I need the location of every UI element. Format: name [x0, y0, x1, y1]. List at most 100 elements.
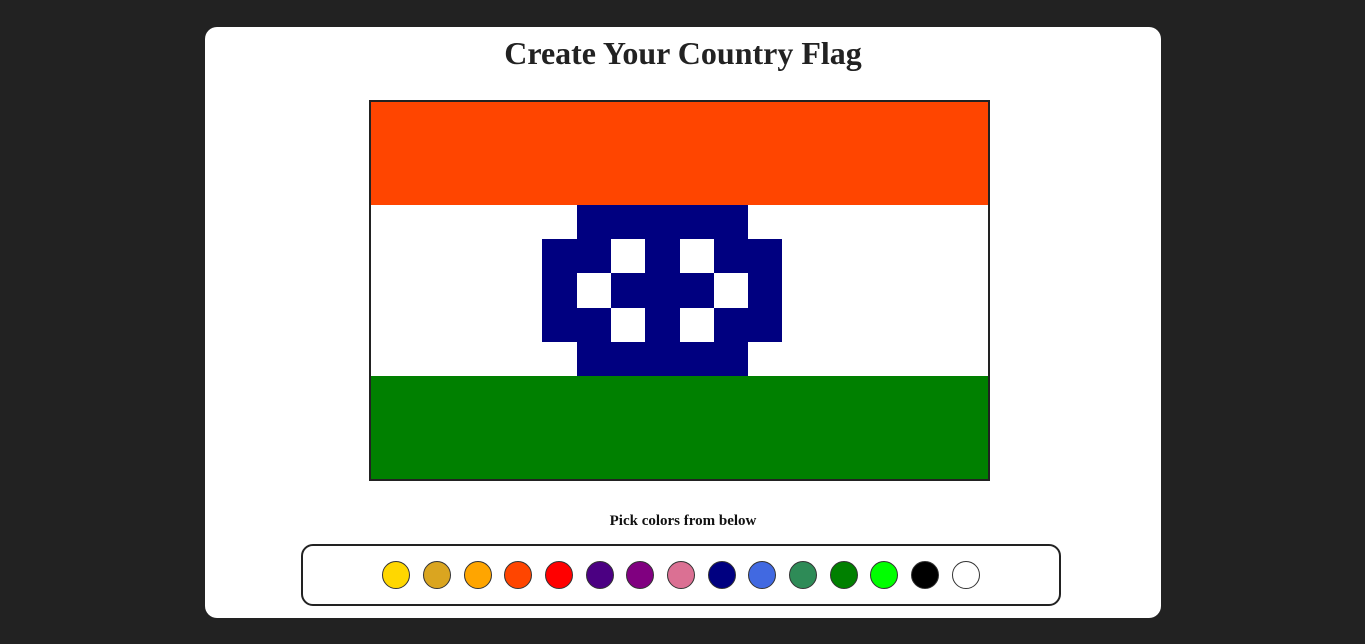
flag-cell[interactable]: [371, 308, 405, 342]
flag-cell[interactable]: [954, 171, 988, 205]
flag-cell[interactable]: [885, 445, 919, 479]
flag-cell[interactable]: [817, 239, 851, 273]
flag-cell[interactable]: [371, 273, 405, 308]
flag-cell[interactable]: [611, 376, 645, 410]
flag-cell[interactable]: [919, 445, 954, 479]
flag-cell[interactable]: [954, 102, 988, 136]
flag-cell[interactable]: [577, 239, 611, 273]
flag-cell[interactable]: [885, 410, 919, 445]
flag-cell[interactable]: [440, 239, 474, 273]
flag-cell[interactable]: [954, 136, 988, 171]
flag-cell[interactable]: [611, 171, 645, 205]
color-swatch-red[interactable]: [544, 561, 573, 589]
flag-cell[interactable]: [611, 410, 645, 445]
flag-cell[interactable]: [714, 376, 748, 410]
flag-cell[interactable]: [851, 308, 885, 342]
flag-cell[interactable]: [782, 376, 817, 410]
flag-cell[interactable]: [817, 171, 851, 205]
flag-cell[interactable]: [474, 342, 508, 376]
color-swatch-lime[interactable]: [870, 561, 899, 589]
flag-cell[interactable]: [371, 102, 405, 136]
flag-cell[interactable]: [405, 376, 440, 410]
flag-cell[interactable]: [954, 376, 988, 410]
flag-cell[interactable]: [680, 410, 714, 445]
flag-cell[interactable]: [611, 136, 645, 171]
flag-cell[interactable]: [371, 239, 405, 273]
flag-cell[interactable]: [919, 171, 954, 205]
flag-cell[interactable]: [851, 205, 885, 239]
flag-cell[interactable]: [748, 308, 782, 342]
flag-cell[interactable]: [611, 205, 645, 239]
flag-cell[interactable]: [748, 136, 782, 171]
flag-cell[interactable]: [405, 239, 440, 273]
flag-cell[interactable]: [782, 171, 817, 205]
flag-cell[interactable]: [611, 308, 645, 342]
flag-cell[interactable]: [371, 171, 405, 205]
flag-cell[interactable]: [885, 205, 919, 239]
color-swatch-goldenrod[interactable]: [422, 561, 451, 589]
flag-cell[interactable]: [714, 308, 748, 342]
flag-cell[interactable]: [405, 273, 440, 308]
flag-cell[interactable]: [714, 239, 748, 273]
flag-cell[interactable]: [405, 136, 440, 171]
flag-cell[interactable]: [645, 410, 680, 445]
flag-cell[interactable]: [782, 273, 817, 308]
flag-cell[interactable]: [817, 342, 851, 376]
flag-cell[interactable]: [714, 410, 748, 445]
flag-cell[interactable]: [611, 102, 645, 136]
color-swatch-white[interactable]: [951, 561, 980, 589]
color-swatch-seagreen[interactable]: [789, 561, 818, 589]
flag-cell[interactable]: [885, 171, 919, 205]
flag-cell[interactable]: [542, 171, 577, 205]
flag-cell[interactable]: [851, 410, 885, 445]
flag-cell[interactable]: [405, 342, 440, 376]
flag-cell[interactable]: [474, 205, 508, 239]
flag-cell[interactable]: [919, 136, 954, 171]
flag-cell[interactable]: [474, 410, 508, 445]
flag-cell[interactable]: [714, 342, 748, 376]
flag-cell[interactable]: [782, 308, 817, 342]
flag-cell[interactable]: [508, 342, 542, 376]
flag-cell[interactable]: [680, 239, 714, 273]
flag-cell[interactable]: [817, 445, 851, 479]
flag-cell[interactable]: [371, 376, 405, 410]
flag-cell[interactable]: [919, 376, 954, 410]
flag-cell[interactable]: [714, 171, 748, 205]
flag-cell[interactable]: [748, 273, 782, 308]
flag-cell[interactable]: [714, 136, 748, 171]
flag-cell[interactable]: [542, 445, 577, 479]
flag-cell[interactable]: [645, 342, 680, 376]
flag-cell[interactable]: [474, 376, 508, 410]
flag-cell[interactable]: [782, 445, 817, 479]
flag-cell[interactable]: [680, 136, 714, 171]
flag-cell[interactable]: [577, 171, 611, 205]
flag-cell[interactable]: [577, 102, 611, 136]
flag-cell[interactable]: [645, 273, 680, 308]
flag-cell[interactable]: [440, 205, 474, 239]
flag-cell[interactable]: [474, 308, 508, 342]
flag-cell[interactable]: [680, 171, 714, 205]
flag-cell[interactable]: [851, 171, 885, 205]
flag-cell[interactable]: [680, 308, 714, 342]
flag-cell[interactable]: [611, 445, 645, 479]
flag-cell[interactable]: [371, 445, 405, 479]
flag-cell[interactable]: [817, 205, 851, 239]
flag-cell[interactable]: [542, 273, 577, 308]
flag-cell[interactable]: [645, 136, 680, 171]
flag-cell[interactable]: [405, 445, 440, 479]
flag-cell[interactable]: [954, 273, 988, 308]
flag-cell[interactable]: [371, 342, 405, 376]
flag-cell[interactable]: [851, 273, 885, 308]
flag-cell[interactable]: [851, 239, 885, 273]
flag-cell[interactable]: [645, 205, 680, 239]
flag-cell[interactable]: [714, 273, 748, 308]
flag-cell[interactable]: [885, 308, 919, 342]
flag-cell[interactable]: [817, 273, 851, 308]
flag-cell[interactable]: [508, 239, 542, 273]
flag-cell[interactable]: [680, 205, 714, 239]
flag-cell[interactable]: [919, 410, 954, 445]
flag-cell[interactable]: [782, 136, 817, 171]
flag-cell[interactable]: [542, 102, 577, 136]
flag-cell[interactable]: [542, 410, 577, 445]
flag-cell[interactable]: [714, 205, 748, 239]
